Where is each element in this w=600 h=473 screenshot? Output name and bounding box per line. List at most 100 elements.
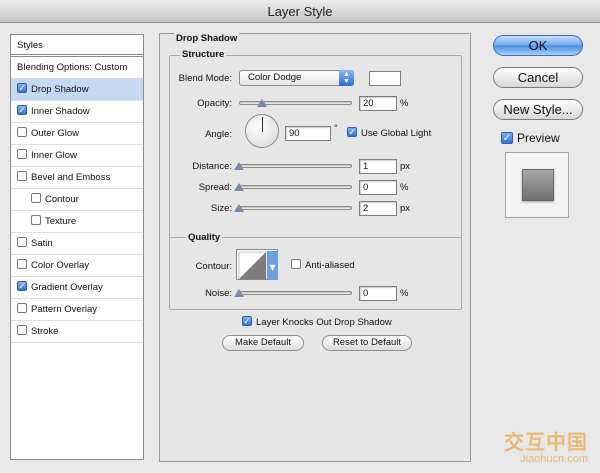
sidebar-item-label: Inner Shadow [31, 106, 90, 117]
check-icon[interactable]: ✓ [17, 281, 27, 292]
select-arrows-icon: ▲ ▼ [339, 70, 354, 86]
quality-group: Quality Contour: ▼ Anti-aliased Noise: 0… [169, 232, 462, 310]
distance-slider[interactable] [239, 164, 352, 168]
sidebar-item-gradient-overlay[interactable]: ✓ Gradient Overlay [11, 277, 143, 299]
cancel-button[interactable]: Cancel [493, 67, 583, 88]
sidebar-item-label: Stroke [31, 326, 59, 337]
spread-slider[interactable] [239, 185, 352, 189]
opacity-unit: % [400, 98, 409, 109]
checkbox-box[interactable] [17, 127, 27, 138]
size-slider-thumb[interactable] [234, 204, 244, 212]
distance-slider-thumb[interactable] [234, 162, 244, 170]
knockout-label: Layer Knocks Out Drop Shadow [256, 317, 392, 328]
preview-label: Preview [517, 131, 560, 145]
sidebar-item-drop-shadow[interactable]: ✓ Drop Shadow [11, 79, 143, 101]
drop-shadow-title: Drop Shadow [174, 33, 240, 44]
blend-mode-select[interactable]: Color Dodge ▲ ▼ [239, 70, 354, 86]
size-field[interactable]: 2 [359, 201, 397, 216]
styles-list: Styles Blending Options: Custom ✓ Drop Shad… [10, 34, 144, 460]
blend-mode-value: Color Dodge [248, 72, 302, 83]
blend-mode-label: Blend Mode: [178, 73, 232, 84]
structure-title: Structure [180, 49, 227, 60]
checkbox-box[interactable] [17, 237, 27, 248]
sidebar-item-contour[interactable]: Contour [11, 189, 143, 211]
sidebar-item-stroke[interactable]: Stroke [11, 321, 143, 343]
use-global-light-label: Use Global Light [361, 128, 432, 139]
knockout-checkbox[interactable]: ✓ Layer Knocks Out Drop Shadow [242, 316, 392, 328]
quality-title: Quality [186, 232, 223, 243]
sidebar-item-blending-options-custom[interactable]: Blending Options: Custom [11, 57, 143, 79]
contour-label: Contour: [195, 261, 232, 272]
spread-label: Spread: [198, 182, 232, 193]
checkbox-box[interactable] [17, 149, 27, 160]
sidebar-item-color-overlay[interactable]: Color Overlay [11, 255, 143, 277]
new-style-button[interactable]: New Style... [493, 99, 583, 120]
size-label: Size: [210, 203, 232, 214]
make-default-button[interactable]: Make Default [222, 335, 304, 351]
noise-slider-thumb[interactable] [234, 289, 244, 297]
angle-unit: ° [334, 123, 338, 134]
sidebar-item-label: Bevel and Emboss [31, 172, 111, 183]
size-unit: px [400, 203, 411, 214]
sidebar-item-label: Styles [17, 40, 43, 51]
sidebar-item-bevel-and-emboss[interactable]: Bevel and Emboss [11, 167, 143, 189]
check-icon[interactable]: ✓ [17, 105, 27, 116]
sidebar-item-label: Color Overlay [31, 260, 90, 271]
watermark-logo-text: 交互中国 [504, 430, 588, 454]
noise-unit: % [400, 288, 409, 299]
preview-square [522, 169, 554, 201]
checkbox-box[interactable] [31, 193, 41, 204]
opacity-slider-thumb[interactable] [256, 99, 267, 107]
sidebar-item-label: Pattern Overlay [31, 304, 97, 315]
sidebar-item-label: Inner Glow [31, 150, 77, 161]
noise-field[interactable]: 0 [359, 286, 397, 301]
spread-field[interactable]: 0 [359, 180, 397, 195]
angle-field[interactable]: 90 [285, 126, 331, 141]
sidebar-item-outer-glow[interactable]: Outer Glow [11, 123, 143, 145]
sidebar-item-label: Texture [45, 216, 77, 227]
check-icon: ✓ [347, 127, 357, 138]
spread-slider-thumb[interactable] [234, 183, 244, 191]
use-global-light-checkbox[interactable]: ✓ Use Global Light [347, 127, 432, 139]
noise-slider[interactable] [239, 291, 352, 295]
anti-aliased-checkbox[interactable]: Anti-aliased [291, 259, 355, 271]
anti-aliased-label: Anti-aliased [305, 260, 355, 271]
sidebar-item-pattern-overlay[interactable]: Pattern Overlay [11, 299, 143, 321]
sidebar-item-satin[interactable]: Satin [11, 233, 143, 255]
sidebar-item-styles[interactable]: Styles [11, 35, 143, 57]
check-icon[interactable]: ✓ [17, 83, 27, 94]
checkbox-box [291, 259, 301, 270]
contour-picker[interactable]: ▼ [236, 249, 278, 280]
preview-swatch [505, 152, 569, 218]
sidebar-item-label: Satin [31, 238, 53, 249]
preview-checkbox[interactable]: ✓ Preview [501, 131, 560, 145]
svg-text:▼: ▼ [269, 263, 276, 272]
sidebar-item-inner-glow[interactable]: Inner Glow [11, 145, 143, 167]
checkbox-box[interactable] [17, 325, 27, 336]
drop-shadow-panel: Drop Shadow Structure Blend Mode: Color … [159, 33, 471, 462]
angle-label: Angle: [205, 129, 232, 140]
checkbox-box[interactable] [31, 215, 41, 226]
opacity-field[interactable]: 20 [359, 96, 397, 111]
structure-group: Structure Blend Mode: Color Dodge ▲ ▼ Opa… [169, 49, 462, 253]
distance-label: Distance: [192, 161, 232, 172]
sidebar-item-inner-shadow[interactable]: ✓ Inner Shadow [11, 101, 143, 123]
distance-field[interactable]: 1 [359, 159, 397, 174]
sidebar-item-label: Outer Glow [31, 128, 80, 139]
window-title: Layer Style [0, 0, 600, 23]
ok-button[interactable]: OK [493, 35, 583, 56]
shadow-color-swatch[interactable] [369, 71, 401, 86]
spread-unit: % [400, 182, 409, 193]
angle-needle [262, 117, 263, 132]
checkbox-box[interactable] [17, 259, 27, 270]
opacity-label: Opacity: [197, 98, 232, 109]
noise-label: Noise: [205, 288, 232, 299]
reset-to-default-button[interactable]: Reset to Default [322, 335, 412, 351]
size-slider[interactable] [239, 206, 352, 210]
angle-dial[interactable] [245, 114, 279, 148]
checkbox-box[interactable] [17, 171, 27, 182]
contour-curve-icon: ▼ [238, 251, 278, 280]
checkbox-box[interactable] [17, 303, 27, 314]
watermark: 交互中国 Jiaohucn.com [504, 426, 588, 465]
sidebar-item-texture[interactable]: Texture [11, 211, 143, 233]
